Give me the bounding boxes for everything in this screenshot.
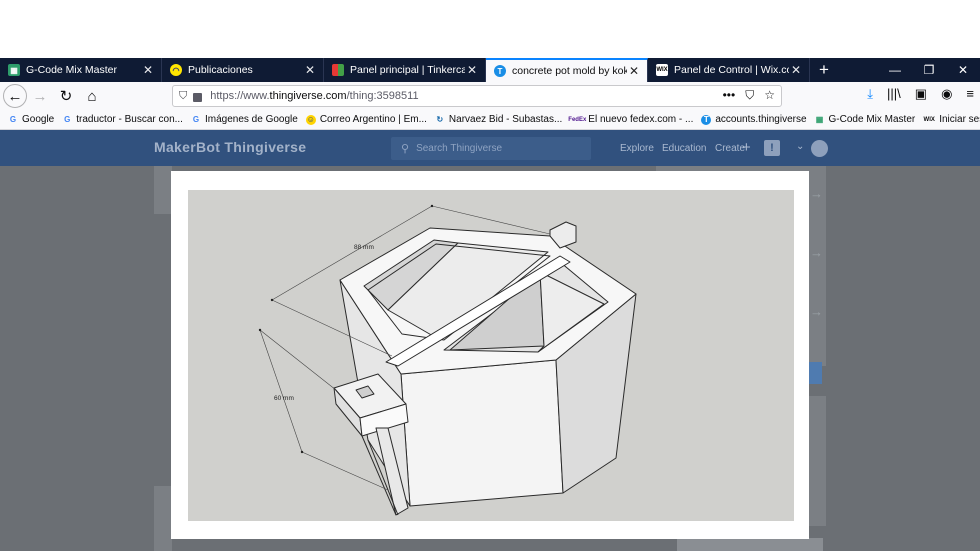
wix-icon: WIX (923, 116, 935, 123)
restore-button[interactable]: ❐ (912, 58, 946, 82)
download-icon[interactable]: ⤓ (867, 86, 873, 102)
arrow-left-icon: ← (7, 87, 23, 105)
home-button[interactable]: ⌂ (79, 83, 105, 109)
bookmark-narvaez[interactable]: ↻ Narvaez Bid - Subastas... (435, 114, 563, 125)
tab-tinkercad[interactable]: Panel principal | Tinkercad ✕ (324, 58, 486, 82)
top-blank-area (0, 0, 980, 58)
account-icon[interactable]: ◉ (941, 86, 952, 102)
tinkercad-icon (332, 64, 344, 76)
site-header: MakerBot Thingiverse ⚲ Search Thingivers… (0, 130, 980, 166)
bookmark-traductor[interactable]: Gtraductor - Buscar con... (62, 114, 183, 125)
close-window-button[interactable]: ✕ (946, 58, 980, 82)
tab-label: concrete pot mold by kokaboq (512, 65, 627, 77)
lock-icon[interactable] (193, 92, 203, 102)
tab-gcode-mix-master[interactable]: ▦ G-Code Mix Master ✕ (0, 58, 162, 82)
arrow-right-icon: → (810, 186, 823, 201)
bookmark-gcode[interactable]: ▦ G-Code Mix Master (815, 114, 915, 125)
fedex-icon: FedEx (568, 116, 587, 123)
background-input (677, 538, 823, 551)
shield-icon[interactable]: ⛉ (179, 90, 187, 103)
chevron-down-icon[interactable]: ⌄ (796, 141, 804, 152)
tab-label: G-Code Mix Master (26, 64, 118, 76)
tab-label: Publicaciones (188, 64, 253, 76)
nav-education[interactable]: Education (662, 143, 706, 154)
page-content: MakerBot Thingiverse ⚲ Search Thingivers… (0, 130, 980, 551)
navigation-toolbar: ← → ↻ ⌂ ⛉ https://www.thingiverse.com/th… (0, 82, 980, 110)
url-bar[interactable]: ⛉ https://www.thingiverse.com/thing:3598… (172, 85, 782, 107)
arrow-right-icon: → (32, 87, 48, 105)
tab-concrete-pot-mold[interactable]: T concrete pot mold by kokaboq ✕ (486, 58, 648, 82)
thingiverse-icon: T (494, 65, 506, 77)
correo-icon: ☺ (305, 114, 316, 125)
tab-wix-panel[interactable]: WIX Panel de Control | Wix.com ✕ (648, 58, 810, 82)
bookmark-google[interactable]: G Google (8, 114, 54, 125)
google-icon: G (192, 115, 200, 124)
thingiverse-icon: T (701, 114, 712, 125)
tab-label: Panel principal | Tinkercad (350, 64, 465, 76)
wix-icon: WIX (656, 64, 668, 76)
bookmark-correo[interactable]: ☺ Correo Argentino | Em... (305, 114, 427, 125)
close-icon[interactable]: ✕ (303, 63, 317, 77)
close-icon[interactable]: ✕ (789, 63, 803, 77)
library-icon[interactable]: |||\ (887, 86, 901, 102)
tab-label: Panel de Control | Wix.com (674, 64, 789, 76)
gcode-icon: ▦ (815, 115, 824, 124)
reload-icon: ↻ (59, 88, 73, 105)
nav-create[interactable]: Create (715, 143, 745, 154)
sidebar-icon[interactable]: ▣ (915, 86, 927, 102)
arrow-right-icon: → (810, 304, 823, 319)
google-icon: G (64, 115, 71, 124)
close-icon[interactable]: ✕ (627, 64, 641, 78)
mercadolibre-icon: ◠ (170, 64, 182, 76)
background-panel (154, 486, 172, 551)
bookmark-imagenes[interactable]: G Imágenes de Google (191, 114, 298, 125)
url-text[interactable]: https://www.thingiverse.com/thing:359851… (210, 90, 418, 102)
window-controls: — ❐ ✕ (878, 58, 980, 82)
google-icon: G (9, 115, 17, 124)
menu-icon[interactable]: ≡ (966, 86, 974, 102)
search-placeholder: Search Thingiverse (416, 143, 503, 154)
image-lightbox-modal[interactable]: 88 mm 60 mm (171, 171, 809, 539)
plus-icon[interactable]: + (742, 139, 751, 156)
avatar[interactable] (811, 140, 828, 157)
home-icon: ⌂ (87, 87, 97, 105)
new-tab-button[interactable]: + (810, 58, 838, 82)
arrow-right-icon: → (810, 245, 823, 260)
close-icon[interactable]: ✕ (465, 63, 479, 77)
minimize-button[interactable]: — (878, 58, 912, 82)
bookmark-fedex[interactable]: FedEx El nuevo fedex.com - ... (568, 114, 693, 125)
bookmark-star-icon[interactable]: ☆ (764, 88, 775, 103)
narvaez-icon: ↻ (436, 115, 444, 124)
thingiverse-logo[interactable]: MakerBot Thingiverse (154, 139, 306, 155)
toolbar-right: ⤓ |||\ ▣ ◉ ≡ (867, 86, 974, 102)
tab-publicaciones[interactable]: ◠ Publicaciones ✕ (162, 58, 324, 82)
background-panel (154, 166, 172, 214)
gcode-icon: ▦ (8, 64, 20, 76)
hexagonal-pot-mold-drawing: 88 mm 60 mm (258, 204, 637, 516)
back-button[interactable]: ← (3, 84, 27, 108)
bookmark-wix[interactable]: WIXIniciar sesión | Wix (923, 114, 980, 125)
bookmark-accounts-thingiverse[interactable]: Taccounts.thingiverse (701, 114, 807, 125)
close-icon[interactable]: ✕ (141, 63, 155, 77)
dimension-width-label: 88 mm (354, 244, 374, 251)
model-render-image: 88 mm 60 mm (188, 190, 794, 521)
nav-explore[interactable]: Explore (620, 143, 654, 154)
bookmarks-bar: G Google Gtraductor - Buscar con... G Imág… (0, 110, 980, 130)
dimension-height-label: 60 mm (274, 395, 294, 402)
notification-button[interactable]: ! (764, 140, 780, 156)
forward-button[interactable]: → (27, 83, 53, 109)
background-button (809, 362, 822, 384)
search-icon: ⚲ (401, 143, 410, 155)
pocket-icon[interactable]: ⛉ (745, 88, 754, 103)
page-actions-icon[interactable]: ••• (723, 88, 736, 103)
browser-tab-strip: ▦ G-Code Mix Master ✕ ◠ Publicaciones ✕ … (0, 58, 980, 82)
site-search-input[interactable]: ⚲ Search Thingiverse (391, 137, 591, 160)
reload-button[interactable]: ↻ (53, 83, 79, 109)
